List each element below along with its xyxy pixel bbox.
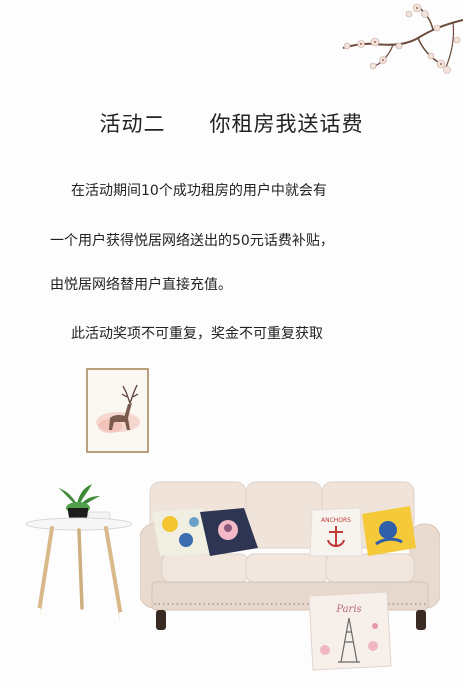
- paragraph-line-1: 在活动期间10个成功租房的用户中就会有: [71, 183, 327, 199]
- title-activity-number: 活动二: [99, 112, 166, 136]
- deer-icon: [96, 384, 140, 433]
- paragraph-line-2: 一个用户获得悦居网络送出的50元话费补贴，: [50, 233, 334, 249]
- bird-pillow-icon: [362, 506, 416, 556]
- side-table-with-plant: [25, 484, 133, 624]
- paris-pillow-illustration: Paris: [308, 591, 392, 671]
- title-activity-name: 你租房我送话费: [209, 112, 364, 136]
- paragraph-line-4: 此活动奖项不可重复，奖金不可重复获取: [71, 326, 323, 342]
- promo-page: 活动二 你租房我送话费 在活动期间10个成功租房的用户中就会有 一个用户获得悦居网…: [0, 0, 463, 688]
- anchor-pillow-text: ANCHORS: [321, 517, 351, 524]
- framed-deer-picture: [86, 368, 149, 453]
- sofa-illustration: ANCHORS: [140, 481, 440, 630]
- page-title: 活动二 你租房我送话费: [0, 108, 463, 138]
- paragraph-line-3: 由悦居网络替用户直接充值。: [50, 277, 232, 293]
- anchor-pillow-icon: ANCHORS: [309, 507, 363, 557]
- plum-blossom-branch-illustration: [342, 3, 463, 74]
- paris-pillow-text: Paris: [335, 604, 361, 615]
